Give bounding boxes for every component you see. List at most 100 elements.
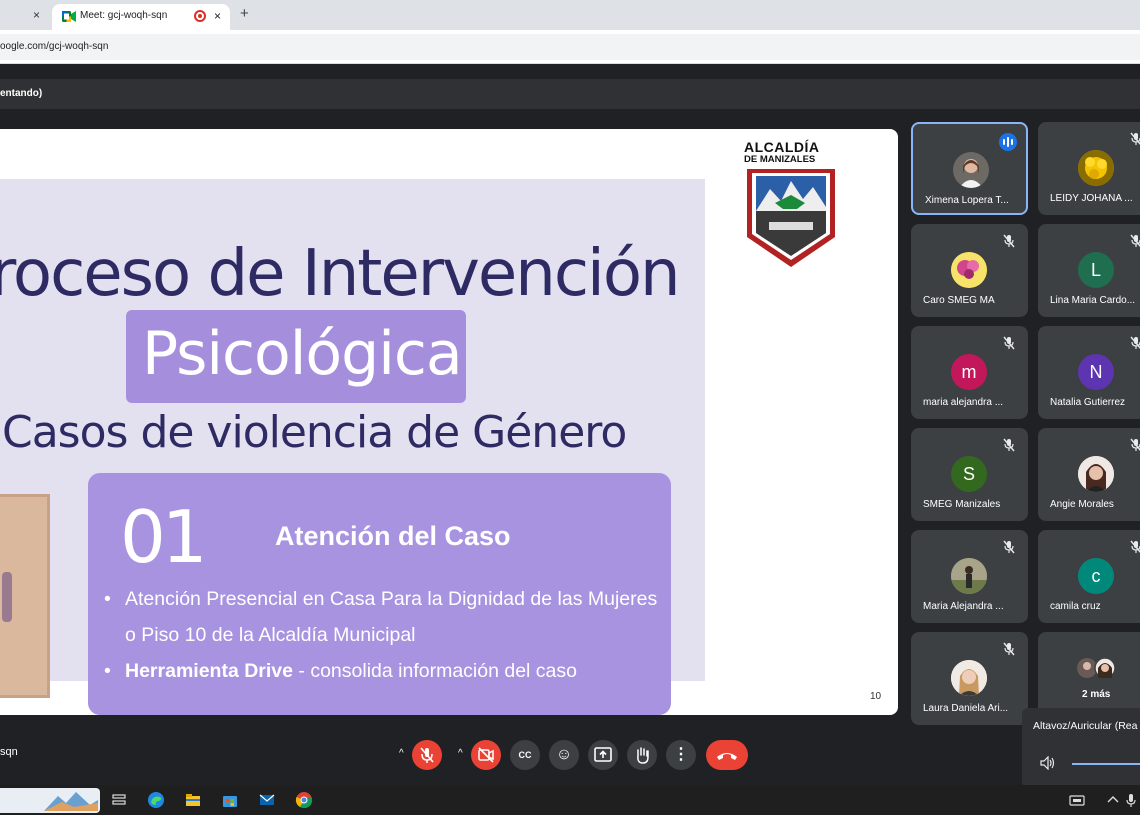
leave-call-button[interactable]: [706, 740, 748, 770]
avatar: [953, 152, 989, 188]
participant-name: camila cruz: [1050, 601, 1101, 612]
alcaldia-logo-subtitle: DE MANIZALES: [744, 154, 816, 165]
avatar: L: [1078, 252, 1114, 288]
mic-off-icon: [1130, 234, 1140, 247]
microsoft-store-icon[interactable]: [221, 791, 239, 809]
camera-toggle-button[interactable]: [471, 740, 501, 770]
participant-name: SMEG Manizales: [923, 499, 1001, 510]
participant-tile[interactable]: Ximena Lopera T...: [911, 122, 1028, 215]
presenting-label: entando): [0, 88, 43, 99]
raise-hand-button[interactable]: [627, 740, 657, 770]
participant-tile[interactable]: Angie Morales: [1038, 428, 1140, 521]
participant-name: Caro SMEG MA: [923, 295, 995, 306]
alcaldia-logo-title: ALCALDÍA: [744, 139, 820, 155]
slide-background: roceso de Intervención Psicológica Casos…: [0, 179, 705, 715]
mic-off-icon: [1003, 438, 1015, 452]
more-vert-icon: ⋮: [673, 746, 689, 763]
door-illustration: [0, 494, 50, 698]
manizales-coat-of-arms-icon: [747, 169, 835, 267]
tab-title: Meet: gcj-woqh-sqn: [80, 10, 168, 21]
audio-output-popup: Altavoz/Auricular (Rea: [1022, 708, 1140, 788]
mic-off-icon: [1130, 438, 1140, 451]
keyboard-layout-icon[interactable]: [1068, 791, 1086, 809]
participant-tile[interactable]: Maria Alejandra ...: [911, 530, 1028, 623]
video-settings-chevron-icon[interactable]: ^: [458, 748, 463, 759]
slide-title-line1: roceso de Intervención: [0, 237, 681, 311]
slide-page-number: 10: [870, 691, 882, 702]
speaker-volume-icon[interactable]: [1040, 756, 1056, 770]
avatar: [951, 660, 987, 696]
meet-top-strip: [0, 65, 1140, 79]
tab-meet[interactable]: Meet: gcj-woqh-sqn ×: [52, 4, 230, 30]
address-bar: oogle.com/gcj-woqh-sqn: [0, 30, 1140, 64]
previous-tab-close-icon[interactable]: ×: [33, 8, 40, 22]
file-explorer-icon[interactable]: [184, 791, 202, 809]
bullet-item: Atención Presencial en Casa Para la Dign…: [104, 581, 664, 653]
captions-button[interactable]: CC: [510, 740, 540, 770]
participant-name: LEIDY JOHANA ...: [1050, 193, 1133, 204]
step-number: 01: [120, 495, 208, 579]
participant-tile[interactable]: c camila cruz: [1038, 530, 1140, 623]
participant-tile[interactable]: L Lina Maria Cardo...: [1038, 224, 1140, 317]
audio-device-label[interactable]: Altavoz/Auricular (Rea: [1033, 720, 1137, 732]
microphone-tray-icon[interactable]: [1122, 791, 1140, 809]
participant-tile[interactable]: N Natalia Gutierrez: [1038, 326, 1140, 419]
hand-icon: [637, 747, 649, 764]
taskbar-search-box[interactable]: [0, 788, 100, 813]
mic-off-icon: [1003, 540, 1015, 554]
chrome-icon[interactable]: [295, 791, 313, 809]
participant-name: Natalia Gutierrez: [1050, 397, 1126, 408]
bullet-item: Herramienta Drive - consolida informació…: [104, 653, 664, 689]
new-tab-button[interactable]: +: [240, 5, 249, 22]
hang-up-icon: [717, 753, 737, 760]
avatar: S: [951, 456, 987, 492]
mic-off-icon: [420, 747, 434, 763]
mic-off-icon: [1003, 642, 1015, 656]
more-participants-label: 2 más: [1082, 689, 1111, 700]
mic-off-icon: [1003, 234, 1015, 248]
participant-name: Ximena Lopera T...: [925, 195, 1009, 206]
participant-tile[interactable]: S SMEG Manizales: [911, 428, 1028, 521]
camera-off-icon: [478, 747, 494, 763]
captions-icon: CC: [518, 750, 532, 760]
url-text[interactable]: oogle.com/gcj-woqh-sqn: [0, 41, 108, 52]
system-tray-chevron-icon[interactable]: [1104, 791, 1122, 809]
participant-tile[interactable]: m maria alejandra ...: [911, 326, 1028, 419]
recording-indicator-icon: [194, 10, 206, 22]
participant-tile[interactable]: LEIDY JOHANA ...: [1038, 122, 1140, 215]
step-heading: Atención del Caso: [275, 521, 511, 551]
participant-name: Lina Maria Cardo...: [1050, 295, 1136, 306]
avatar: [951, 558, 987, 594]
audio-settings-chevron-icon[interactable]: ^: [399, 748, 404, 759]
presentation-banner: entando): [0, 79, 1140, 109]
avatar: m: [951, 354, 987, 390]
meeting-code: sqn: [0, 746, 18, 758]
mic-off-icon: [1130, 336, 1140, 349]
edge-browser-icon[interactable]: [147, 791, 165, 809]
volume-slider[interactable]: [1072, 763, 1140, 765]
speaking-indicator-icon: [999, 133, 1017, 151]
browser-tab-bar: × Meet: gcj-woqh-sqn × +: [0, 0, 1140, 30]
slide-title-line3: Casos de violencia de Género: [2, 407, 627, 458]
participant-tile[interactable]: Caro SMEG MA: [911, 224, 1028, 317]
microphone-toggle-button[interactable]: [412, 740, 442, 770]
participant-name: Laura Daniela Ari...: [923, 703, 1009, 714]
shared-presentation: roceso de Intervención Psicológica Casos…: [0, 129, 898, 715]
avatar: [951, 252, 987, 288]
present-now-button[interactable]: [588, 740, 618, 770]
participant-tile[interactable]: Laura Daniela Ari...: [911, 632, 1028, 725]
avatar: N: [1078, 354, 1114, 390]
tab-close-icon[interactable]: ×: [214, 9, 221, 23]
mail-icon[interactable]: [258, 791, 276, 809]
step-bullets: Atención Presencial en Casa Para la Dign…: [104, 581, 664, 689]
task-view-icon[interactable]: [110, 791, 128, 809]
present-icon: [594, 747, 612, 762]
windows-taskbar: [0, 785, 1140, 815]
slide-title-line2: Psicológica: [142, 319, 463, 389]
url-field[interactable]: [0, 34, 1140, 60]
emoji-reaction-button[interactable]: ☺: [549, 740, 579, 770]
mic-off-icon: [1130, 540, 1140, 553]
more-options-button[interactable]: ⋮: [666, 740, 696, 770]
participant-name: maria alejandra ...: [923, 397, 1004, 408]
landscape-widget-icon: [44, 792, 98, 811]
